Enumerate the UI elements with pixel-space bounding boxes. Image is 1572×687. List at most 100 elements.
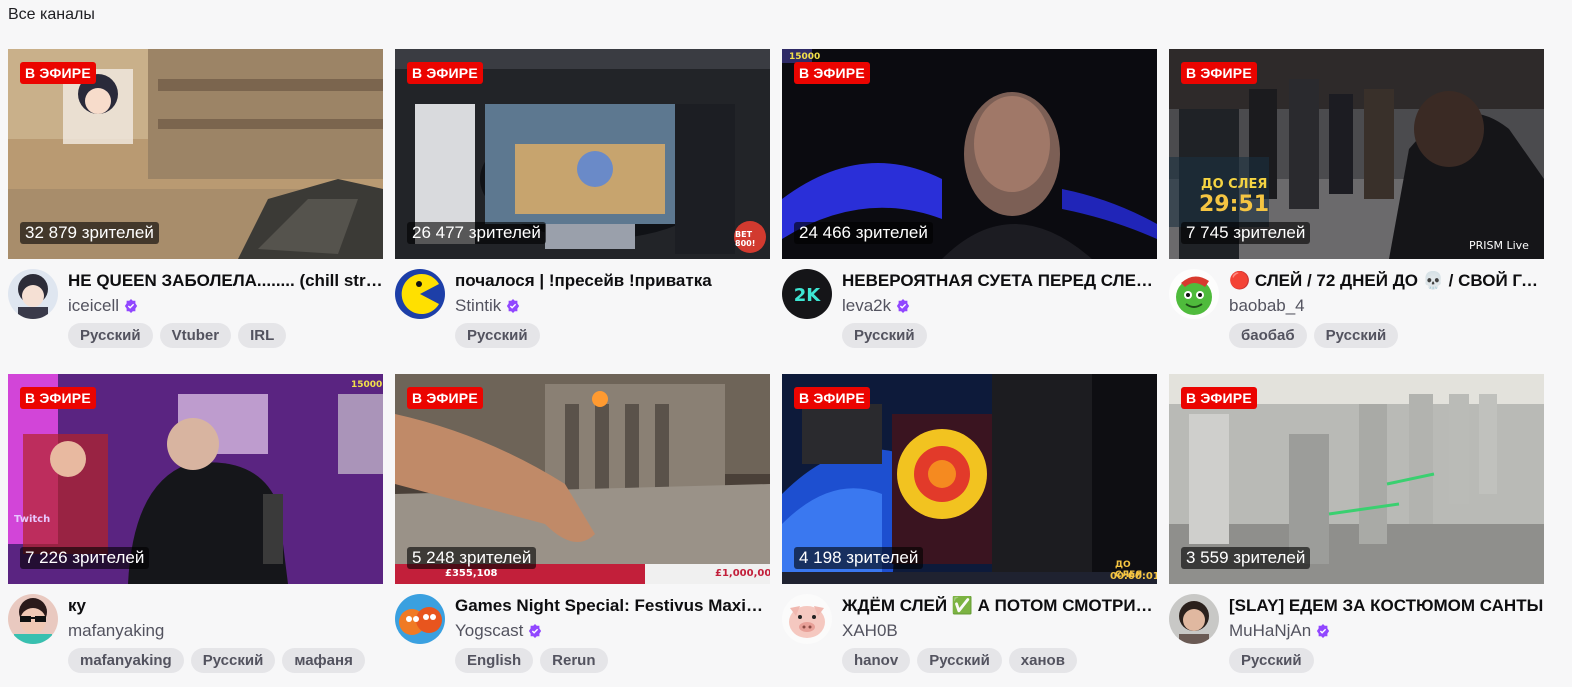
stream-thumbnail[interactable]: 15000 Twitch В ЭФИРЕ 7 226 зрителей [8,374,383,584]
stream-meta: 2K НЕВЕРОЯТНАЯ СУЕТА ПЕРЕД СЛЕЕМ leva2k … [782,269,1157,369]
tag[interactable]: mafanyaking [68,648,184,673]
viewer-count: 3 559 зрителей [1181,547,1311,569]
stream-title[interactable]: НЕ QUEEN ЗАБОЛЕЛА........ (chill stream) [68,271,383,291]
tag[interactable]: Русский [1229,648,1314,673]
tag[interactable]: мафаня [282,648,365,673]
channel-name-text: Stintik [455,296,502,315]
stream-title[interactable]: НЕВЕРОЯТНАЯ СУЕТА ПЕРЕД СЛЕЕМ [842,271,1157,291]
stream-title[interactable]: ЖДЁМ СЛЕЙ ✅ А ПОТОМ СМОТРИМ КИНО [842,596,1157,616]
channel-name[interactable]: baobab_4 [1229,296,1305,316]
tag[interactable]: Rerun [540,648,608,673]
channel-name-text: mafanyaking [68,621,165,640]
stream-meta: 🔴 СЛЕЙ / 72 ДНЕЙ ДО 💀 / СВОЙ ГАРДЕРОБ ba… [1169,269,1544,369]
2k-avatar-icon[interactable]: 2K [782,269,832,319]
live-badge: В ЭФИРЕ [20,62,96,84]
tag[interactable]: hanov [842,648,911,673]
verified-icon [1317,624,1330,638]
verified-icon [507,299,520,313]
live-badge: В ЭФИРЕ [794,387,870,409]
stream-thumbnail[interactable]: ДО СЛЕЯ 00:00:01 В ЭФИРЕ 4 198 зрителей [782,374,1157,584]
green-creature-avatar-icon[interactable] [1169,269,1219,319]
pacman-avatar-icon[interactable] [395,269,445,319]
stream-card: ДО СЛЕЯ 00:00:01 В ЭФИРЕ 4 198 зрителей … [782,374,1157,687]
stream-thumbnail[interactable]: В ЭФИРЕ 3 559 зрителей [1169,374,1544,584]
stream-title[interactable]: ку [68,596,383,616]
tag[interactable]: Vtuber [159,323,232,348]
viewer-count: 24 466 зрителей [794,222,933,244]
stream-title[interactable]: Games Night Special: Festivus Maximus [455,596,770,616]
live-badge: В ЭФИРЕ [794,62,870,84]
verified-icon [897,299,910,313]
pig-avatar-icon[interactable] [782,594,832,644]
stream-thumbnail[interactable]: 15000 В ЭФИРЕ 24 466 зрителей [782,49,1157,259]
channel-name-text: MuHaNjAn [1229,621,1312,640]
verified-icon [529,624,542,638]
yogscast-avatar-icon[interactable] [395,594,445,644]
stream-card: 15000 Twitch В ЭФИРЕ 7 226 зрителей ку m… [8,374,383,687]
channel-name-text: iceicell [68,296,120,315]
portrait-avatar-icon[interactable] [1169,594,1219,644]
tag[interactable]: Русский [455,323,540,348]
counter-overlay: 15000 [789,52,821,62]
countdown-label: ДО СЛЕЯ [1201,177,1268,192]
tag[interactable]: Русский [1313,323,1399,348]
stream-title[interactable]: 🔴 СЛЕЙ / 72 ДНЕЙ ДО 💀 / СВОЙ ГАРДЕРОБ [1229,271,1544,291]
live-badge: В ЭФИРЕ [20,387,96,409]
channel-name[interactable]: iceicell [68,296,138,316]
channel-name[interactable]: mafanyaking [68,621,164,641]
viewer-count: 32 879 зрителей [20,222,159,244]
tag[interactable]: Русский [842,323,927,348]
live-badge: В ЭФИРЕ [407,62,483,84]
tag-list: Русский Vtuber IRL [68,323,287,348]
viewer-count: 7 226 зрителей [20,547,150,569]
stream-meta: Games Night Special: Festivus Maximus Yo… [395,594,770,687]
tag-list: Русский [842,323,927,348]
tag-list: English Rerun [455,648,608,673]
svg-text:2K: 2K [794,285,822,306]
stream-card: В ЭФИРЕ 32 879 зрителей НЕ QUEEN ЗАБОЛЕЛ… [8,49,383,374]
stream-title[interactable]: почалося | !пресейв !приватка [455,271,770,291]
stream-thumbnail[interactable]: В ЭФИРЕ 32 879 зрителей [8,49,383,259]
prize-total: £1,000,000 [715,568,770,579]
counter-overlay: 15000 [351,380,383,390]
stream-title[interactable]: [SLAY] ЕДЕМ ЗА КОСТЮМОМ САНТЫ [1229,596,1544,616]
tag[interactable]: IRL [238,323,287,348]
tag[interactable]: баобаб [1229,323,1307,348]
stream-meta: ЖДЁМ СЛЕЙ ✅ А ПОТОМ СМОТРИМ КИНО ХАН0В h… [782,594,1157,687]
stream-thumbnail[interactable]: BET 800! В ЭФИРЕ 26 477 зрителей [395,49,770,259]
anime-avatar-icon[interactable] [8,269,58,319]
channel-name[interactable]: leva2k [842,296,910,316]
stream-card: ДО СЛЕЯ 29:51 PRISM Live В ЭФИРЕ 7 745 з… [1169,49,1544,374]
tag-list: Русский [1229,648,1314,673]
stream-meta: ку mafanyaking mafanyaking Русский мафан… [8,594,383,687]
viewer-count: 7 745 зрителей [1181,222,1311,244]
bet-overlay: BET 800! [735,230,756,248]
stream-card: В ЭФИРЕ 3 559 зрителей [SLAY] ЕДЕМ ЗА КО… [1169,374,1544,687]
tag-list: hanov Русский ханов [842,648,1077,673]
channel-name[interactable]: MuHaNjAn [1229,621,1330,641]
channel-name[interactable]: ХАН0В [842,621,898,641]
stream-thumbnail[interactable]: £1,000,000 £355,108 В ЭФИРЕ 5 248 зрител… [395,374,770,584]
sunglasses-avatar-icon[interactable] [8,594,58,644]
tag[interactable]: Русский [190,648,276,673]
prism-watermark: PRISM Live [1469,239,1529,252]
countdown-timer: 29:51 [1199,192,1270,217]
channel-name-text: Yogscast [455,621,524,640]
tag[interactable]: ханов [1008,648,1077,673]
section-title: Все каналы [8,6,95,23]
viewer-count: 5 248 зрителей [407,547,537,569]
tag[interactable]: English [455,648,534,673]
stream-card: 15000 В ЭФИРЕ 24 466 зрителей 2K НЕВЕРОЯ… [782,49,1157,374]
tag[interactable]: Русский [68,323,153,348]
viewer-count: 4 198 зрителей [794,547,924,569]
tag[interactable]: Русский [917,648,1002,673]
stream-thumbnail[interactable]: ДО СЛЕЯ 29:51 PRISM Live В ЭФИРЕ 7 745 з… [1169,49,1544,259]
channel-name-text: baobab_4 [1229,296,1305,315]
prize-raised: £355,108 [445,568,498,579]
live-badge: В ЭФИРЕ [1181,387,1257,409]
viewer-count: 26 477 зрителей [407,222,546,244]
channel-name[interactable]: Stintik [455,296,520,316]
twitch-overlay: Twitch [14,514,51,525]
stream-meta: [SLAY] ЕДЕМ ЗА КОСТЮМОМ САНТЫ MuHaNjAn Р… [1169,594,1544,687]
channel-name[interactable]: Yogscast [455,621,542,641]
